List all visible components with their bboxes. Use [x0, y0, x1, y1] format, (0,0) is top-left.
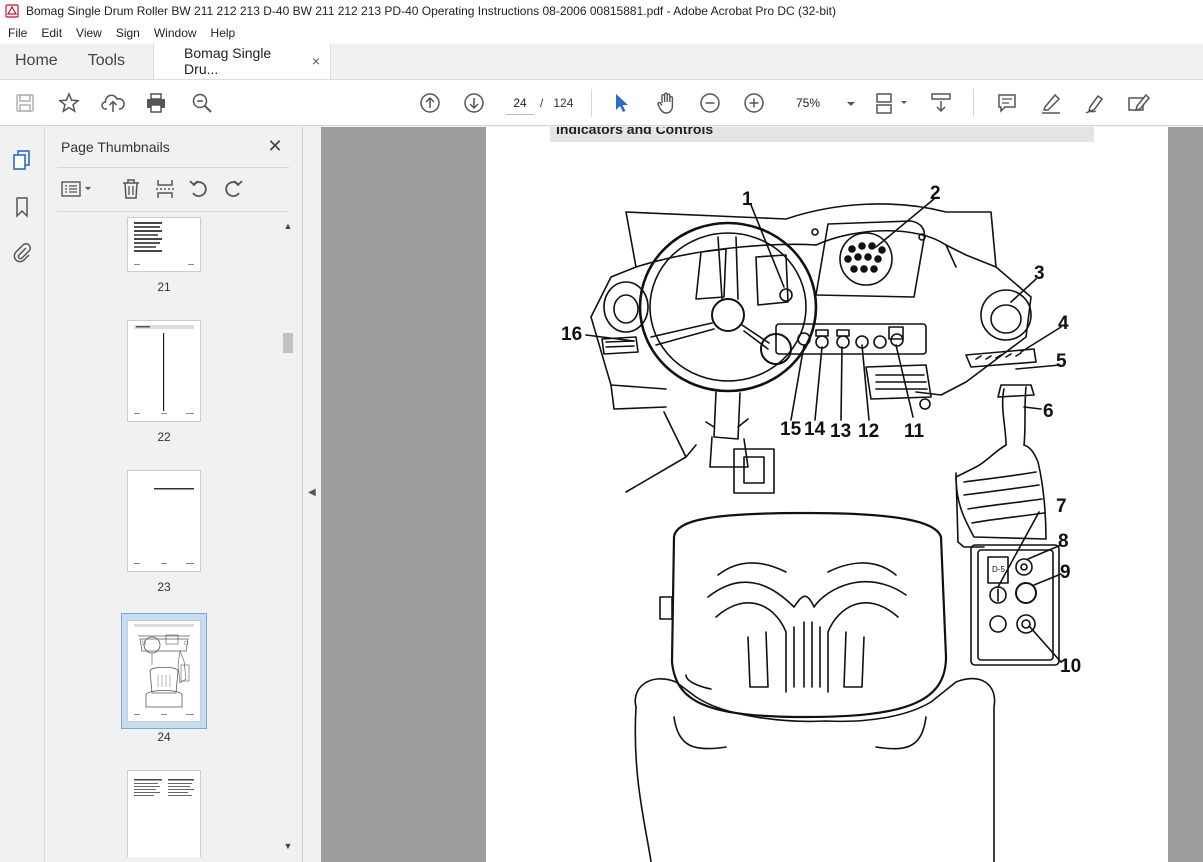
thumbnail-label: 24	[157, 730, 171, 744]
panel-divider	[57, 167, 289, 168]
callout-label: 8	[1058, 531, 1069, 552]
panel-splitter[interactable]: ◀	[303, 127, 321, 862]
page-thumbnails-icon[interactable]	[10, 148, 34, 172]
menu-file[interactable]: File	[0, 26, 33, 40]
thumbnail-page[interactable]	[127, 770, 201, 857]
select-cursor-icon[interactable]	[609, 91, 633, 115]
callout-label: 13	[830, 421, 851, 442]
print-icon[interactable]	[144, 91, 168, 115]
next-page-icon[interactable]	[462, 91, 486, 115]
callout-label: 1	[742, 189, 753, 210]
thumbnail-page[interactable]	[127, 470, 201, 572]
pdf-page: Indicators and Controls D-5 1 2 3 4 5 6 …	[486, 127, 1168, 862]
collapse-panel-icon[interactable]: ◀	[308, 487, 316, 498]
callout-label: 7	[1056, 496, 1067, 517]
document-view[interactable]: Indicators and Controls D-5 1 2 3 4 5 6 …	[321, 127, 1203, 862]
attachments-icon[interactable]	[10, 240, 34, 264]
page-count: / 124	[540, 96, 573, 110]
zoom-level-dropdown[interactable]: 75%	[786, 91, 856, 115]
callout-label: 12	[858, 421, 879, 442]
thumbnails-panel: Page Thumbnails ✕ 21 22 23 24 ▲ ▼	[45, 127, 303, 862]
thumbnail-page-current[interactable]	[127, 620, 201, 722]
save-icon[interactable]	[13, 91, 37, 115]
zoom-in-icon[interactable]	[742, 91, 766, 115]
previous-page-icon[interactable]	[418, 91, 442, 115]
toolbar-divider	[591, 89, 592, 117]
callout-label: 6	[1043, 401, 1054, 422]
panel-close-icon[interactable]: ✕	[264, 135, 286, 157]
thumbnail-label: 23	[157, 580, 171, 594]
thumbnail-label: 21	[157, 280, 171, 294]
callout-label: 9	[1060, 562, 1071, 583]
page-number-input[interactable]: 24	[506, 91, 534, 115]
panel-divider	[57, 211, 289, 212]
rotate-counterclockwise-icon[interactable]	[187, 177, 211, 201]
highlight-pen-icon[interactable]	[1039, 91, 1063, 115]
page-separator: /	[540, 96, 544, 110]
sign-pen-icon[interactable]	[1083, 91, 1107, 115]
tab-bar: Home Tools Bomag Single Dru... ×	[0, 43, 1203, 80]
scroll-up-icon[interactable]: ▲	[281, 219, 295, 233]
chevron-down-icon	[846, 96, 856, 110]
thumbnail-list: 21 22 23 24	[45, 217, 281, 857]
menu-bar: File Edit View Sign Window Help	[0, 22, 1203, 44]
callout-label: 15	[780, 419, 802, 440]
menu-help[interactable]: Help	[203, 26, 242, 40]
menu-edit[interactable]: Edit	[33, 26, 68, 40]
comment-icon[interactable]	[995, 91, 1019, 115]
page-display-icon[interactable]	[875, 91, 909, 115]
zoom-level-value: 75%	[796, 96, 821, 110]
insert-page-icon[interactable]	[153, 177, 177, 201]
thumbnail-scrollbar[interactable]: ▲ ▼	[281, 217, 295, 857]
total-pages: 124	[553, 96, 574, 110]
fill-sign-icon[interactable]	[1127, 91, 1151, 115]
operator-station-diagram: D-5 1 2 3 4 5 6 7 8 9 10 11 12 13 14 15 …	[561, 183, 1081, 862]
scrollbar-thumb[interactable]	[283, 333, 293, 353]
bookmark-star-icon[interactable]	[57, 91, 81, 115]
callout-label: 5	[1056, 351, 1067, 372]
menu-window[interactable]: Window	[146, 26, 203, 40]
panel-title: Page Thumbnails	[61, 139, 170, 155]
thumbnail-page[interactable]	[127, 217, 201, 272]
bookmarks-icon[interactable]	[10, 195, 34, 219]
callout-label: 14	[804, 419, 826, 440]
callout-label: 3	[1034, 263, 1045, 284]
title-bar: Bomag Single Drum Roller BW 211 212 213 …	[0, 0, 1203, 22]
toolbar: 24 / 124 75%	[0, 80, 1203, 126]
thumbnail-options-icon[interactable]	[61, 177, 93, 201]
tab-tools[interactable]: Tools	[73, 43, 140, 79]
tab-home[interactable]: Home	[0, 43, 73, 79]
toolbar-divider	[973, 89, 974, 117]
scroll-mode-icon[interactable]	[929, 91, 953, 115]
zoom-out-icon[interactable]	[698, 91, 722, 115]
tab-document[interactable]: Bomag Single Dru... ×	[153, 43, 332, 79]
upload-cloud-icon[interactable]	[101, 91, 125, 115]
zoom-search-icon[interactable]	[190, 91, 214, 115]
thumbnail-page[interactable]	[127, 320, 201, 422]
callout-label: 10	[1060, 656, 1081, 677]
callout-label: 16	[561, 324, 582, 345]
tab-document-label: Bomag Single Dru...	[184, 45, 272, 77]
thumbnail-label: 22	[157, 430, 171, 444]
left-rail	[0, 127, 45, 862]
callout-label: 2	[930, 183, 941, 204]
delete-page-icon[interactable]	[119, 177, 143, 201]
rotate-clockwise-icon[interactable]	[221, 177, 245, 201]
callout-label: 4	[1058, 313, 1069, 334]
menu-view[interactable]: View	[68, 26, 108, 40]
menu-sign[interactable]: Sign	[108, 26, 146, 40]
tab-close-icon[interactable]: ×	[312, 53, 320, 69]
svg-text:D-5: D-5	[992, 565, 1005, 574]
acrobat-icon	[4, 3, 20, 19]
callout-label: 11	[904, 421, 925, 442]
hand-tool-icon[interactable]	[654, 91, 678, 115]
window-title: Bomag Single Drum Roller BW 211 212 213 …	[26, 4, 837, 18]
scroll-down-icon[interactable]: ▼	[281, 839, 295, 853]
